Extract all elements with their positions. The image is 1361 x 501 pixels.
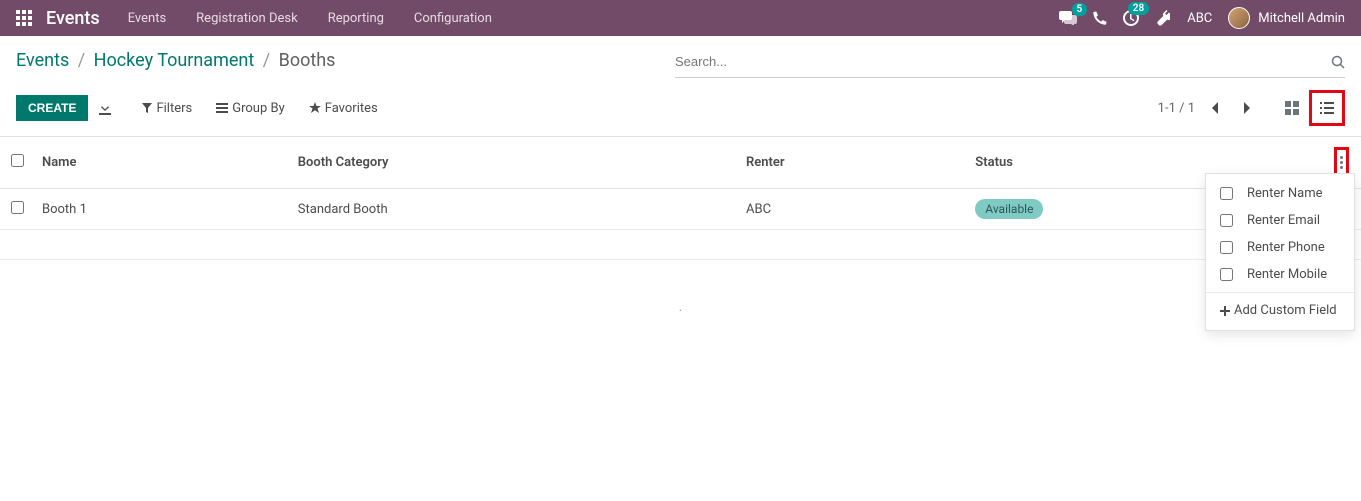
opt-renter-phone[interactable]: Renter Phone	[1206, 234, 1354, 261]
create-button[interactable]: CREATE	[16, 95, 88, 121]
opt-checkbox[interactable]	[1220, 268, 1233, 281]
activities-icon[interactable]: 28	[1123, 10, 1139, 26]
row-checkbox[interactable]	[11, 201, 24, 214]
menu-events[interactable]: Events	[128, 11, 166, 26]
menu-reporting[interactable]: Reporting	[328, 11, 384, 26]
add-custom-field[interactable]: Add Custom Field	[1206, 297, 1354, 324]
col-renter[interactable]: Renter	[738, 137, 967, 189]
opt-checkbox[interactable]	[1220, 214, 1233, 227]
col-category[interactable]: Booth Category	[290, 137, 738, 189]
groupby-icon	[216, 103, 228, 113]
opt-checkbox[interactable]	[1220, 187, 1233, 200]
opt-renter-email[interactable]: Renter Email	[1206, 207, 1354, 234]
select-all-checkbox[interactable]	[11, 154, 24, 167]
groupby-button[interactable]: Group By	[216, 101, 285, 116]
menu-registration-desk[interactable]: Registration Desk	[196, 11, 298, 26]
main-menu: Events Registration Desk Reporting Confi…	[128, 11, 492, 26]
opt-renter-mobile[interactable]: Renter Mobile	[1206, 261, 1354, 288]
user-name: Mitchell Admin	[1258, 11, 1345, 26]
opt-checkbox[interactable]	[1220, 241, 1233, 254]
table-row[interactable]: Booth 1 Standard Booth ABC Available	[0, 189, 1361, 230]
plus-icon	[1220, 306, 1230, 316]
top-navbar: Events Events Registration Desk Reportin…	[0, 0, 1361, 36]
pager-next[interactable]	[1235, 96, 1259, 120]
star-icon	[309, 102, 321, 114]
status-badge: Available	[975, 199, 1043, 219]
search-icon[interactable]	[1331, 55, 1345, 69]
breadcrumb-root[interactable]: Events	[16, 50, 69, 71]
cell-renter: ABC	[738, 189, 967, 230]
apps-icon[interactable]	[16, 10, 32, 26]
breadcrumb-current: Booths	[279, 50, 336, 71]
optional-fields-toggle[interactable]	[1340, 156, 1343, 169]
pager: 1-1 / 1	[1158, 96, 1259, 120]
col-name[interactable]: Name	[34, 137, 290, 189]
menu-configuration[interactable]: Configuration	[414, 11, 492, 26]
opt-renter-name[interactable]: Renter Name	[1206, 180, 1354, 207]
filters-button[interactable]: Filters	[142, 101, 192, 116]
kanban-view-button[interactable]	[1279, 95, 1305, 121]
list-view-highlight	[1309, 90, 1345, 126]
list-view-button[interactable]	[1314, 95, 1340, 121]
messages-icon[interactable]: 5	[1059, 11, 1077, 25]
phone-icon[interactable]	[1093, 11, 1107, 25]
brand-title[interactable]: Events	[46, 8, 100, 29]
search-input[interactable]	[675, 50, 1331, 73]
optional-fields-menu: Renter Name Renter Email Renter Phone Re…	[1205, 173, 1355, 331]
company-name[interactable]: ABC	[1187, 11, 1212, 26]
favorites-button[interactable]: Favorites	[309, 101, 378, 116]
avatar	[1228, 7, 1250, 29]
decoration: .	[0, 260, 1361, 315]
activities-badge: 28	[1128, 2, 1149, 15]
cell-name: Booth 1	[34, 189, 290, 230]
download-icon[interactable]	[98, 101, 112, 115]
breadcrumb-parent[interactable]: Hockey Tournament	[94, 50, 255, 71]
control-panel: Events / Hockey Tournament / Booths CREA…	[0, 36, 1361, 137]
filter-icon	[142, 103, 152, 113]
user-menu[interactable]: Mitchell Admin	[1228, 7, 1345, 29]
list-view: Name Booth Category Renter Status Booth …	[0, 137, 1361, 260]
debug-icon[interactable]	[1155, 10, 1171, 26]
cell-category: Standard Booth	[290, 189, 738, 230]
search-box	[675, 46, 1345, 78]
breadcrumb: Events / Hockey Tournament / Booths	[16, 46, 335, 71]
pager-prev[interactable]	[1203, 96, 1227, 120]
messages-badge: 5	[1072, 3, 1088, 16]
pager-range: 1-1 / 1	[1158, 101, 1195, 116]
